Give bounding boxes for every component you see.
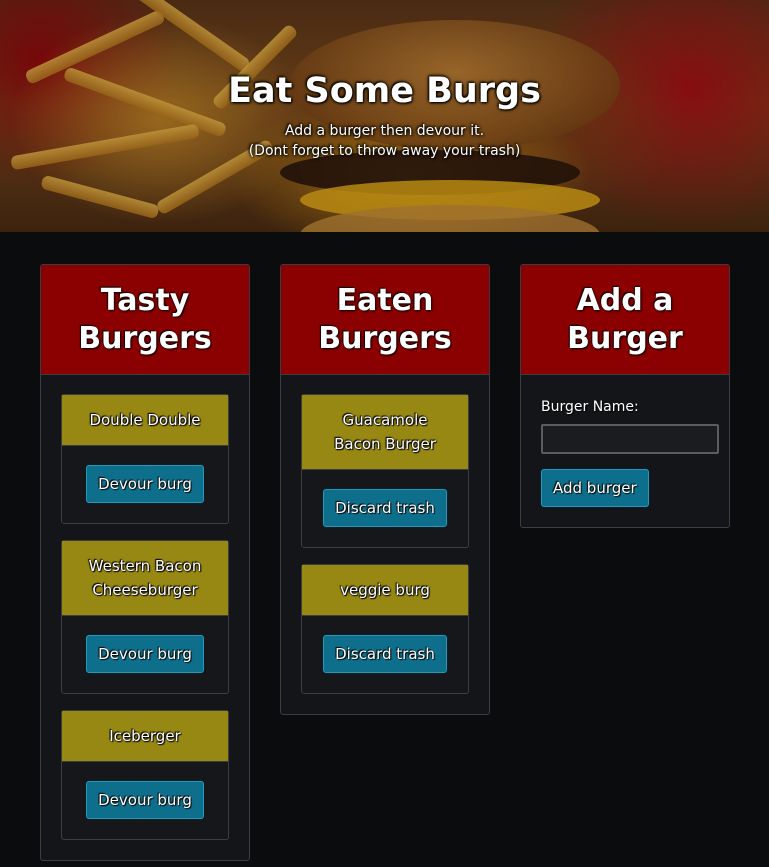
burger-name: Western Bacon Cheeseburger: [62, 541, 228, 615]
burger-card: Double Double Devour burg: [61, 394, 229, 524]
burger-name: Double Double: [62, 395, 228, 445]
burger-card: Iceberger Devour burg: [61, 710, 229, 840]
burger-name-input[interactable]: [541, 424, 719, 454]
hero-banner: Eat Some Burgs Add a burger then devour …: [0, 0, 769, 232]
add-burger-button[interactable]: Add burger: [541, 469, 649, 507]
page-title: Eat Some Burgs: [228, 71, 541, 111]
page-subtitle: Add a burger then devour it. (Dont forge…: [0, 121, 769, 161]
burger-card: veggie burg Discard trash: [301, 564, 469, 694]
tasty-burgers-panel: Tasty Burgers Double Double Devour burg …: [40, 264, 250, 861]
burger-name-label: Burger Name:: [541, 399, 639, 415]
devour-button[interactable]: Devour burg: [86, 465, 204, 503]
devour-button[interactable]: Devour burg: [86, 781, 204, 819]
burger-name: Iceberger: [62, 711, 228, 761]
eaten-burgers-heading: Eaten Burgers: [281, 265, 489, 375]
burger-name: Guacamole Bacon Burger: [302, 395, 468, 469]
add-burger-panel: Add a Burger Burger Name: Add burger: [520, 264, 730, 528]
discard-trash-button[interactable]: Discard trash: [323, 635, 447, 673]
tasty-burgers-heading: Tasty Burgers: [41, 265, 249, 375]
burger-card: Guacamole Bacon Burger Discard trash: [301, 394, 469, 548]
subtitle-line-1: Add a burger then devour it.: [284, 123, 485, 139]
hero-text: Eat Some Burgs Add a burger then devour …: [0, 70, 769, 161]
burger-name: veggie burg: [302, 565, 468, 615]
subtitle-line-2: (Dont forget to throw away your trash): [248, 143, 521, 159]
add-burger-heading: Add a Burger: [521, 265, 729, 375]
eaten-burgers-panel: Eaten Burgers Guacamole Bacon Burger Dis…: [280, 264, 490, 715]
add-burger-form: Burger Name: Add burger: [521, 375, 729, 527]
discard-trash-button[interactable]: Discard trash: [323, 489, 447, 527]
devour-button[interactable]: Devour burg: [86, 635, 204, 673]
eaten-burgers-list: Guacamole Bacon Burger Discard trash veg…: [281, 375, 489, 714]
burger-card: Western Bacon Cheeseburger Devour burg: [61, 540, 229, 694]
tasty-burgers-list: Double Double Devour burg Western Bacon …: [41, 375, 249, 860]
